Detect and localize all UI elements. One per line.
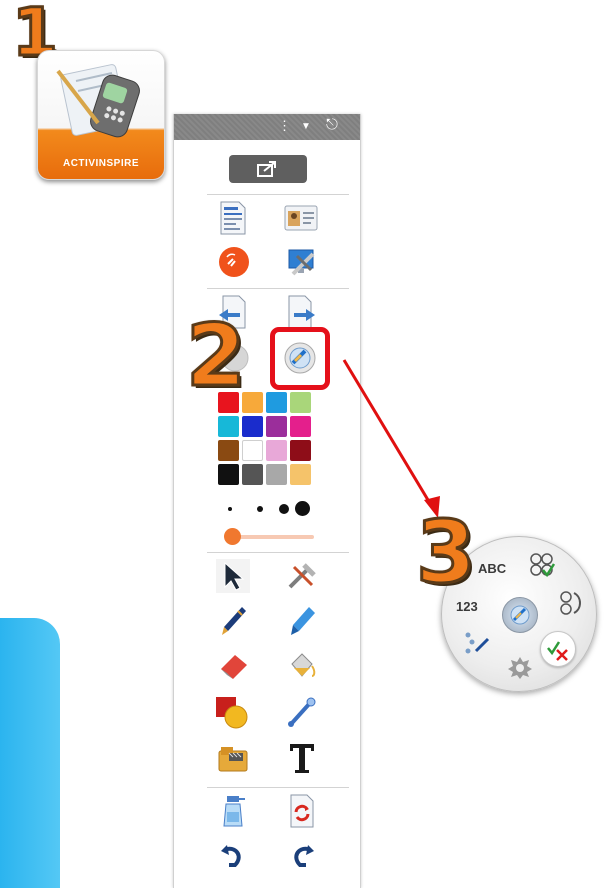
colour-swatch[interactable] bbox=[290, 416, 311, 437]
pen-size-xlarge[interactable] bbox=[295, 501, 310, 516]
side-panel-tab[interactable] bbox=[0, 618, 60, 888]
text-tool-button[interactable] bbox=[285, 741, 319, 775]
colour-swatch[interactable] bbox=[266, 464, 287, 485]
colour-swatch[interactable] bbox=[242, 416, 263, 437]
toolbox-divider bbox=[207, 288, 349, 289]
colour-swatch[interactable] bbox=[266, 440, 287, 461]
reset-page-button[interactable] bbox=[285, 794, 319, 828]
slider-handle[interactable] bbox=[224, 528, 241, 545]
document-menu-icon bbox=[220, 201, 246, 235]
express-poll-button[interactable] bbox=[283, 341, 317, 375]
colour-swatch[interactable] bbox=[242, 464, 263, 485]
undo-icon bbox=[221, 845, 241, 867]
fill-bucket-icon bbox=[291, 653, 316, 677]
redo-icon bbox=[294, 845, 314, 867]
connector-tool-button[interactable] bbox=[285, 695, 319, 729]
undo-button[interactable] bbox=[216, 840, 250, 874]
eraser-tool-button[interactable] bbox=[216, 649, 250, 683]
shape-tool-button[interactable] bbox=[214, 695, 248, 729]
toolbox-header[interactable]: ⋮ ▼ ⎋ bbox=[174, 114, 360, 140]
check-cross-icon bbox=[547, 641, 568, 661]
step-3-number: 3 bbox=[415, 503, 478, 603]
settings-gear-icon[interactable] bbox=[506, 655, 534, 679]
contact-card-button[interactable] bbox=[284, 201, 318, 235]
app-logo-icon bbox=[56, 64, 140, 138]
connector-icon bbox=[288, 697, 316, 727]
eraser-icon bbox=[221, 655, 247, 679]
pen-size-small[interactable] bbox=[228, 507, 232, 511]
next-page-button[interactable] bbox=[284, 295, 318, 329]
colour-swatch[interactable] bbox=[290, 392, 311, 413]
sort-order-icon[interactable] bbox=[462, 629, 492, 659]
step-2-number: 2 bbox=[185, 306, 248, 406]
fill-tool-button[interactable] bbox=[285, 649, 319, 683]
colour-swatch[interactable] bbox=[218, 416, 239, 437]
express-poll-icon bbox=[284, 342, 316, 374]
record-icon bbox=[219, 247, 249, 277]
express-poll-icon bbox=[510, 605, 530, 625]
hammer-wrench-icon bbox=[288, 563, 316, 589]
colour-palette bbox=[218, 392, 318, 492]
pin-icon[interactable]: ⎋ bbox=[326, 116, 338, 133]
toolbox-divider bbox=[207, 552, 349, 553]
spray-bottle-icon bbox=[223, 796, 245, 827]
app-icon-label: ACTIVINSPIRE bbox=[62, 158, 139, 169]
rotate-question-icon[interactable] bbox=[558, 589, 584, 617]
colour-swatch[interactable] bbox=[242, 440, 263, 461]
cursor-arrow-icon bbox=[224, 561, 245, 591]
pen-size-large[interactable] bbox=[279, 504, 289, 514]
next-page-icon bbox=[288, 295, 315, 329]
redo-button[interactable] bbox=[285, 840, 319, 874]
pen-tool-button[interactable] bbox=[216, 605, 250, 639]
shapes-icon bbox=[216, 697, 248, 729]
reset-page-icon bbox=[290, 794, 314, 828]
colour-swatch[interactable] bbox=[290, 464, 311, 485]
toolbox-divider bbox=[207, 194, 349, 195]
clear-button[interactable] bbox=[216, 794, 250, 828]
yes-no-button[interactable] bbox=[540, 631, 576, 667]
colour-swatch[interactable] bbox=[266, 392, 287, 413]
highlighter-tool-button[interactable] bbox=[285, 605, 319, 639]
folder-media-icon bbox=[218, 747, 248, 772]
multiple-choice-icon[interactable] bbox=[528, 551, 556, 579]
text-response-label[interactable]: ABC bbox=[478, 561, 506, 576]
toolbox-divider bbox=[207, 787, 349, 788]
desktop-tools-icon bbox=[288, 249, 315, 276]
record-button[interactable] bbox=[217, 245, 251, 279]
text-t-icon bbox=[290, 744, 314, 773]
colour-swatch[interactable] bbox=[218, 464, 239, 485]
more-options-icon[interactable]: ⋮ bbox=[278, 118, 291, 134]
resource-library-button[interactable] bbox=[216, 741, 250, 775]
contact-card-icon bbox=[284, 205, 318, 231]
colour-swatch[interactable] bbox=[290, 440, 311, 461]
colour-swatch[interactable] bbox=[266, 416, 287, 437]
pen-icon bbox=[222, 607, 246, 635]
highlighter-icon bbox=[291, 607, 315, 635]
tools-button[interactable] bbox=[285, 245, 319, 279]
select-tool-button[interactable] bbox=[216, 559, 250, 593]
activinspire-app-icon[interactable]: ACTIVINSPIRE bbox=[37, 50, 165, 180]
share-icon bbox=[257, 161, 276, 177]
width-slider[interactable] bbox=[224, 527, 316, 547]
dropdown-icon[interactable]: ▼ bbox=[301, 121, 311, 132]
export-button[interactable] bbox=[229, 155, 307, 183]
colour-swatch[interactable] bbox=[218, 440, 239, 461]
pen-size-medium[interactable] bbox=[257, 506, 263, 512]
center-poll-button[interactable] bbox=[502, 597, 538, 633]
main-menu-button[interactable] bbox=[216, 201, 250, 235]
tools-menu-button[interactable] bbox=[285, 559, 319, 593]
